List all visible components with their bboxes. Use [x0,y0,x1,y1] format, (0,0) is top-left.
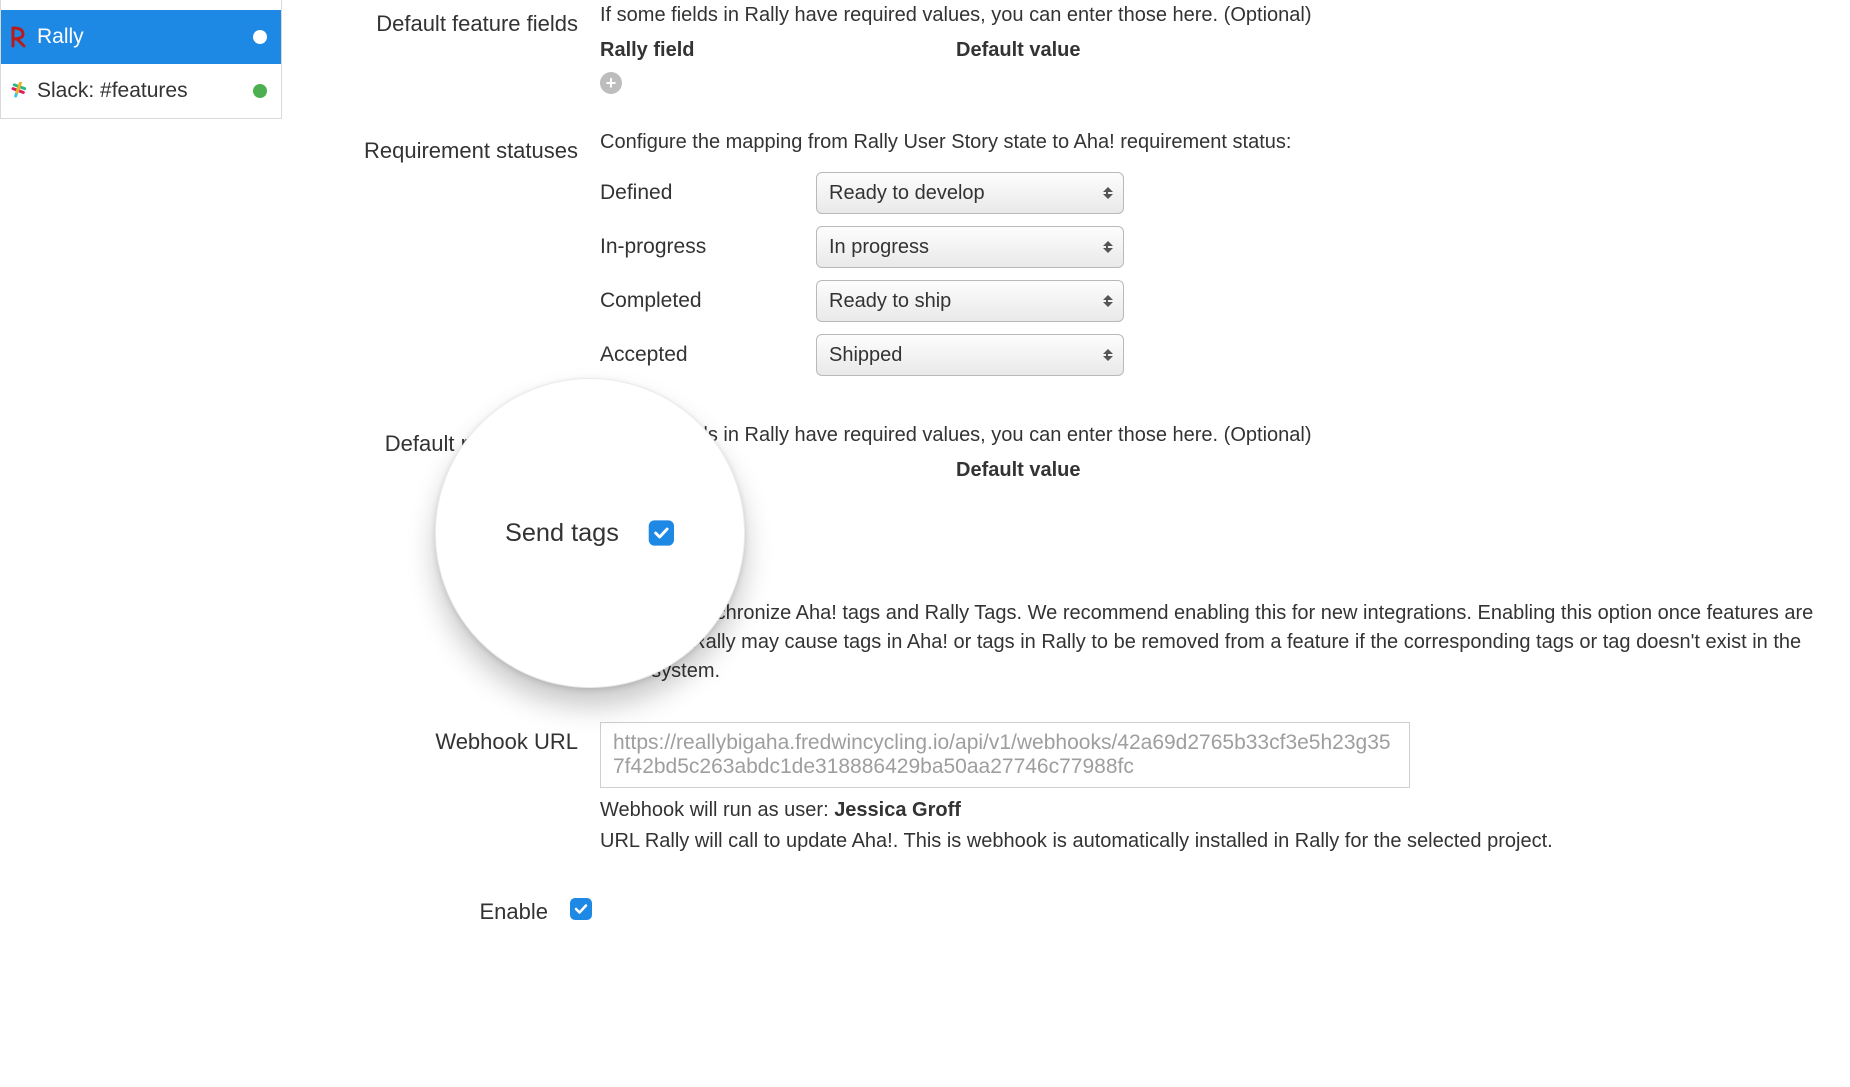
select-value: Ready to ship [829,290,951,313]
column-headers: Rally field Default value [600,459,1820,482]
col-header-default-value: Default value [956,39,1080,62]
status-select-defined[interactable]: Ready to develop [816,172,1124,214]
status-select-accepted[interactable]: Shipped [816,334,1124,376]
col-header-default-value: Default value [956,459,1080,482]
field-label: Default requirement fields [340,424,600,485]
status-dot-icon [253,84,267,98]
help-text: Configure the mapping from Rally User St… [600,131,1820,154]
plus-icon: + [606,74,617,92]
rally-icon [9,26,27,48]
field-label: Webhook URL [340,722,600,756]
field-label: Default feature fields [340,4,600,38]
slack-icon [9,82,27,100]
sidebar-top-edge [1,0,281,10]
check-icon [574,902,588,916]
state-label: Completed [600,289,816,313]
webhook-url-field[interactable]: https://reallybigaha.fredwincycling.io/a… [600,722,1410,788]
state-label: Accepted [600,343,816,367]
row-enable: Enable [340,892,1820,926]
status-mapping-inprogress: In-progress In progress [600,226,1820,268]
state-label: Defined [600,181,816,205]
column-headers: Rally field Default value [600,39,1820,62]
select-value: Shipped [829,344,902,367]
enable-checkbox[interactable] [570,898,592,920]
field-label: Enable [340,892,570,926]
field-content: If some fields in Rally have required va… [600,424,1820,515]
check-icon [604,565,618,579]
sidebar-item-label: Slack: #features [37,79,243,103]
updown-caret-icon [1103,295,1113,307]
sidebar-item-label: Rally [37,25,243,49]
send-tags-description: Check to synchronize Aha! tags and Rally… [600,599,1820,686]
integration-settings-form: Default feature fields If some fields in… [340,0,1820,926]
sidebar-item-rally[interactable]: Rally [1,10,281,64]
status-dot-icon [253,30,267,44]
field-content: If some fields in Rally have required va… [600,4,1820,95]
row-webhook-url: Webhook URL https://reallybigaha.fredwin… [340,722,1820,856]
field-label: Send tags [340,555,600,589]
status-select-inprogress[interactable]: In progress [816,226,1124,268]
sidebar-item-slack[interactable]: Slack: #features [1,64,281,118]
field-label: Requirement statuses [340,131,600,165]
col-header-rally-field: Rally field [600,39,956,62]
integration-sidebar: Rally Slack: #features [0,0,282,119]
send-tags-checkbox[interactable] [600,561,622,583]
help-text: If some fields in Rally have required va… [600,424,1820,447]
field-content: Configure the mapping from Rally User St… [600,131,1820,388]
field-content [570,892,1820,922]
field-content: https://reallybigaha.fredwincycling.io/a… [600,722,1820,856]
state-label: In-progress [600,235,816,259]
status-mapping-accepted: Accepted Shipped [600,334,1820,376]
status-select-completed[interactable]: Ready to ship [816,280,1124,322]
add-field-button[interactable]: + [600,492,622,514]
row-send-tags: Send tags Check to synchronize Aha! tags… [340,555,1820,686]
row-default-feature-fields: Default feature fields If some fields in… [340,4,1820,95]
select-value: Ready to develop [829,182,985,205]
webhook-run-as-user: Jessica Groff [834,799,961,821]
row-default-requirement-fields: Default requirement fields If some field… [340,424,1820,515]
webhook-run-as-prefix: Webhook will run as user: [600,799,834,821]
updown-caret-icon [1103,349,1113,361]
add-field-button[interactable]: + [600,72,622,94]
help-text: If some fields in Rally have required va… [600,4,1820,27]
status-mapping-completed: Completed Ready to ship [600,280,1820,322]
webhook-description: URL Rally will call to update Aha!. This… [600,827,1820,856]
select-value: In progress [829,236,929,259]
updown-caret-icon [1103,187,1113,199]
plus-icon: + [606,494,617,512]
status-mapping-defined: Defined Ready to develop [600,172,1820,214]
updown-caret-icon [1103,241,1113,253]
field-content: Check to synchronize Aha! tags and Rally… [600,555,1820,686]
col-header-rally-field: Rally field [600,459,956,482]
row-requirement-statuses: Requirement statuses Configure the mappi… [340,131,1820,388]
webhook-run-as: Webhook will run as user: Jessica Groff [600,796,1820,825]
